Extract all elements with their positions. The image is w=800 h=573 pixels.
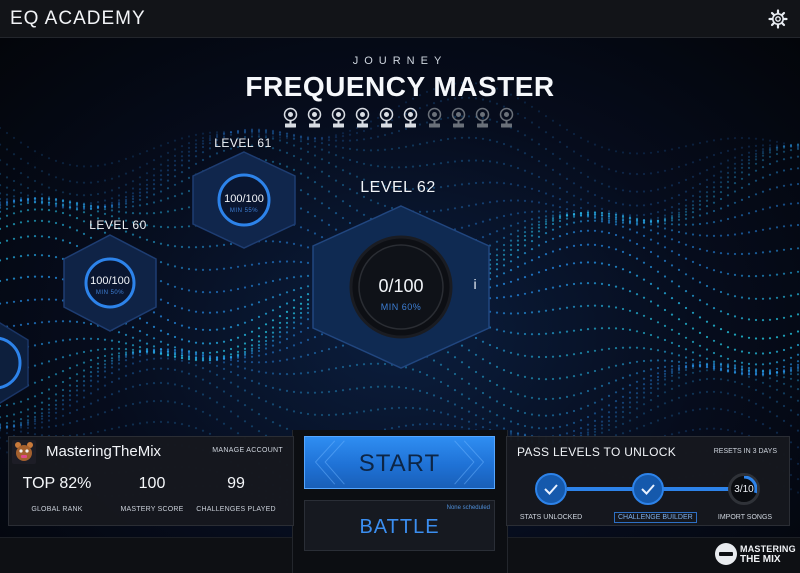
brand-logo: MASTERING THE MIX (715, 542, 796, 568)
start-button[interactable]: START (304, 436, 495, 489)
start-label: START (358, 450, 441, 477)
global-rank-label: GLOBAL RANK (31, 506, 83, 513)
trophy-icon (474, 107, 491, 129)
trophy-icon (306, 107, 323, 129)
trophy-icon (378, 107, 395, 129)
unlock-node-import-songs: 3/10 (728, 473, 760, 505)
level-60-score: 100/100 (90, 275, 130, 287)
level-62-score: 0/100 (378, 276, 424, 296)
unlock-reset-timer: RESETS IN 3 DAYS (713, 448, 777, 455)
journey-title: FREQUENCY MASTER (245, 71, 555, 102)
app-title: EQ ACADEMY (10, 8, 146, 29)
level-60-hex[interactable]: 100/100 MIN 50% (62, 233, 158, 333)
brand-bottom: THE MIX (740, 554, 781, 565)
unlock-label-challenge-builder[interactable]: CHALLENGE BUILDER (614, 512, 697, 523)
trophy-row (282, 107, 515, 129)
challenges-played-value: 99 (227, 475, 245, 492)
trophy-icon (330, 107, 347, 129)
check-icon (641, 484, 655, 495)
trophy-icon (426, 107, 443, 129)
trophy-icon (498, 107, 515, 129)
level-61-label: LEVEL 61 (214, 136, 272, 150)
level-62-min: MIN 60% (380, 302, 422, 312)
avatar (12, 440, 36, 464)
unlock-node-stats (535, 473, 567, 505)
unlock-label-import-songs: IMPORT SONGS (717, 514, 773, 521)
brand-top: MASTERING (740, 544, 796, 554)
level-61-score: 100/100 (224, 193, 264, 205)
challenges-played-label: CHALLENGES PLAYED (196, 506, 276, 513)
level-59-partial[interactable] (0, 318, 30, 408)
unlock-progress-mid (665, 487, 731, 491)
unlock-label-stats: STATS UNLOCKED (519, 514, 583, 521)
level-62-label: LEVEL 62 (360, 179, 436, 196)
unlock-title: PASS LEVELS TO UNLOCK (517, 445, 677, 459)
check-icon (544, 484, 558, 495)
level-62-hex[interactable]: 0/100 MIN 60% (311, 204, 491, 370)
trophy-icon (282, 107, 299, 129)
mastery-score-value: 100 (138, 475, 166, 492)
trophy-icon (402, 107, 419, 129)
level-61-hex[interactable]: 100/100 MIN 55% (191, 150, 297, 250)
battle-button[interactable]: None scheduled BATTLE (304, 500, 495, 551)
level-60-label: LEVEL 60 (89, 218, 147, 232)
brand-mark-icon (715, 543, 737, 565)
unlock-node-challenge-builder (632, 473, 664, 505)
battle-schedule-note: None scheduled (446, 505, 490, 511)
level-60-min: MIN 50% (95, 290, 125, 296)
global-rank-value: TOP 82% (22, 475, 92, 492)
profile-panel: MasteringTheMix MANAGE ACCOUNT TOP 82% G… (8, 436, 294, 526)
unlock-panel: PASS LEVELS TO UNLOCK RESETS IN 3 DAYS 3… (506, 436, 790, 526)
trophy-icon (450, 107, 467, 129)
username: MasteringTheMix (46, 443, 162, 460)
trophy-icon (354, 107, 371, 129)
import-songs-count: 3/10 (734, 484, 754, 495)
battle-label: BATTLE (359, 516, 440, 538)
bottom-dock: MasteringTheMix MANAGE ACCOUNT TOP 82% G… (0, 430, 800, 573)
manage-account-link[interactable]: MANAGE ACCOUNT (212, 447, 283, 454)
journey-label: JOURNEY (352, 55, 448, 67)
top-bar: EQ ACADEMY (0, 0, 800, 38)
level-61-min: MIN 55% (229, 208, 259, 214)
gear-icon[interactable] (768, 9, 788, 29)
level-info-button[interactable]: i (466, 276, 484, 298)
mastery-score-label: MASTERY SCORE (120, 506, 184, 513)
